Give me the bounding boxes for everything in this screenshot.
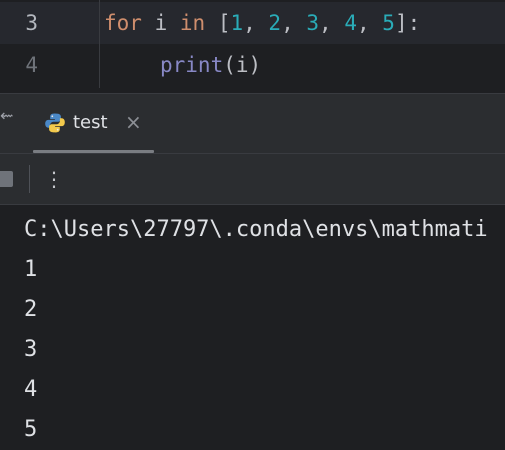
- code-editor[interactable]: 3 for i in [1, 2, 3, 4, 5]: 4 print(i): [0, 0, 505, 88]
- loop-variable: i: [141, 11, 180, 35]
- console-command-line: C:\Users\27797\.conda\envs\mathmati: [24, 217, 488, 242]
- list-open: [: [205, 11, 231, 35]
- console-toolbar: ⋮: [0, 154, 505, 204]
- number-literal: 2: [268, 11, 282, 35]
- python-icon: [45, 113, 65, 133]
- comma: ,: [319, 11, 345, 35]
- line-number: 4: [25, 53, 38, 77]
- editor-line[interactable]: 3 for i in [1, 2, 3, 4, 5]:: [0, 2, 505, 44]
- number-literal: 4: [344, 11, 357, 35]
- tab-test[interactable]: test ×: [33, 94, 155, 153]
- tab-label: test: [73, 112, 108, 133]
- number-literal: 1: [230, 11, 244, 35]
- more-options-icon[interactable]: ⋮: [44, 165, 64, 193]
- ide-window: 3 for i in [1, 2, 3, 4, 5]: 4 print(i) ⇜…: [0, 0, 505, 450]
- close-icon[interactable]: ×: [125, 109, 142, 135]
- run-tabbar: ⇜ test ×: [0, 94, 505, 153]
- comma: ,: [356, 11, 383, 35]
- tab-overflow-icon[interactable]: ⇜: [0, 106, 13, 125]
- number-literal: 5: [382, 11, 395, 35]
- comma: ,: [243, 11, 269, 35]
- console-output-line: 5: [24, 417, 38, 442]
- number-literal: 3: [306, 11, 320, 35]
- console-output[interactable]: C:\Users\27797\.conda\envs\mathmati 1 2 …: [0, 205, 505, 450]
- editor-line[interactable]: 4 print(i): [0, 44, 505, 86]
- builtin-print: print: [160, 53, 224, 77]
- keyword-in: in: [179, 11, 206, 35]
- line-number: 3: [25, 11, 38, 35]
- console-output-line: 2: [24, 297, 38, 322]
- stop-icon[interactable]: [0, 171, 13, 187]
- console-output-line: 1: [24, 257, 38, 282]
- console-output-line: 4: [24, 377, 38, 402]
- gutter-divider: [99, 0, 100, 88]
- comma: ,: [281, 11, 307, 35]
- keyword-for: for: [104, 11, 142, 35]
- list-close: ]:: [394, 11, 421, 35]
- code-line[interactable]: for i in [1, 2, 3, 4, 5]:: [104, 11, 420, 35]
- toolbar-separator: [29, 165, 30, 193]
- code-line[interactable]: print(i): [160, 53, 261, 77]
- call-args: (i): [223, 53, 262, 77]
- console-output-line: 3: [24, 337, 38, 362]
